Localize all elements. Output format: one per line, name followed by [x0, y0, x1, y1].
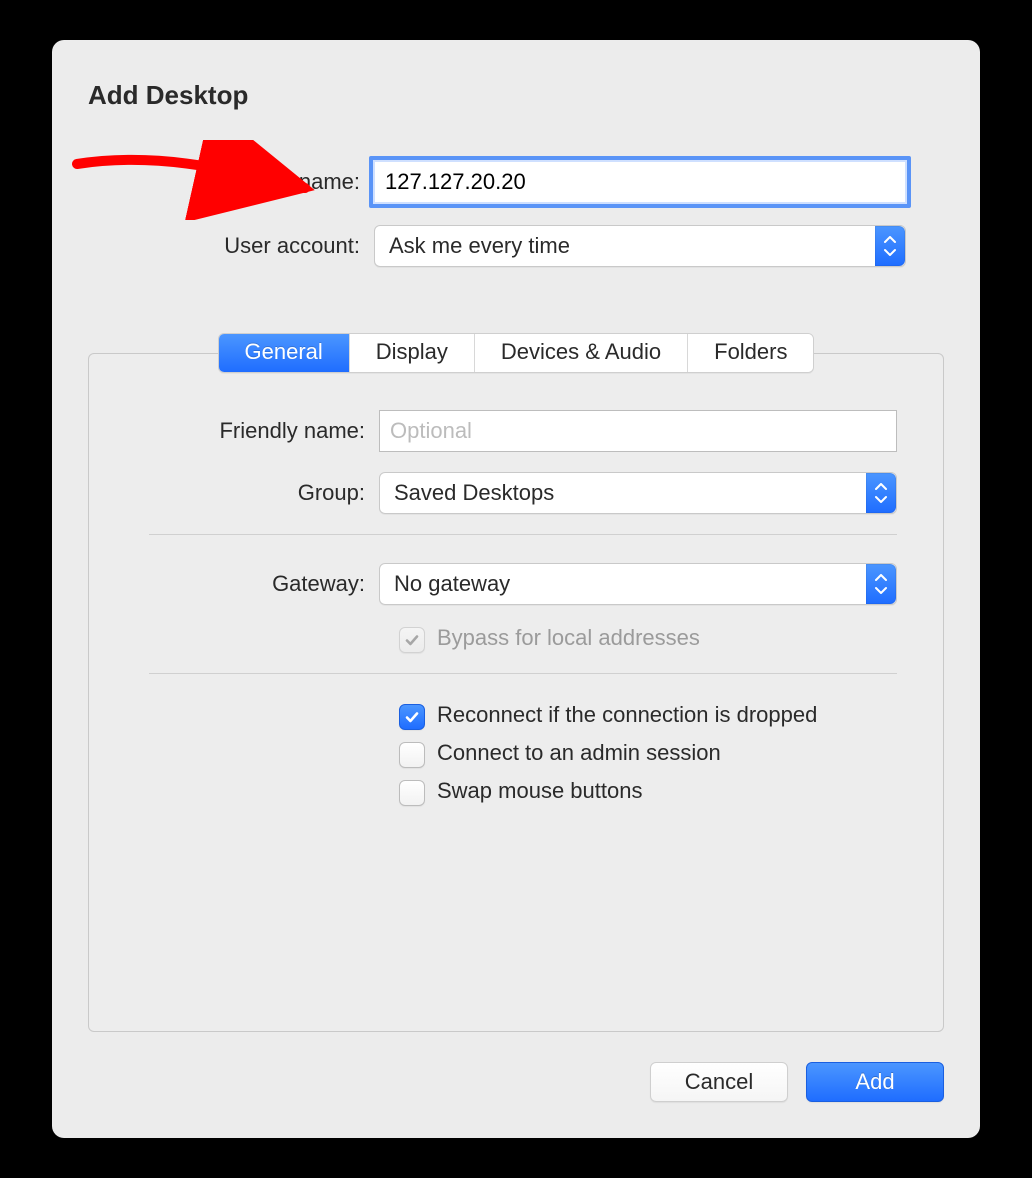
swap-mouse-checkbox[interactable] [399, 780, 425, 806]
tab-folders[interactable]: Folders [688, 334, 813, 372]
cancel-button[interactable]: Cancel [650, 1062, 788, 1102]
reconnect-checkbox[interactable] [399, 704, 425, 730]
bypass-label: Bypass for local addresses [437, 625, 700, 651]
group-value: Saved Desktops [394, 480, 554, 506]
updown-icon [866, 564, 896, 604]
general-panel: Friendly name: Group: Saved Desktops [88, 353, 944, 1032]
friendly-name-input[interactable] [379, 410, 897, 452]
admin-session-label: Connect to an admin session [437, 740, 721, 766]
user-account-label: User account: [118, 233, 374, 259]
tab-bar: General Display Devices & Audio Folders [218, 333, 815, 373]
pc-name-label: PC name: [118, 169, 374, 195]
group-label: Group: [109, 480, 379, 506]
pc-name-input[interactable] [374, 161, 906, 203]
group-select[interactable]: Saved Desktops [379, 472, 897, 514]
swap-mouse-label: Swap mouse buttons [437, 778, 642, 804]
updown-icon [875, 226, 905, 266]
gateway-value: No gateway [394, 571, 510, 597]
add-desktop-dialog: Add Desktop PC name: User account: Ask m… [52, 40, 980, 1138]
tab-display[interactable]: Display [350, 334, 475, 372]
user-account-value: Ask me every time [389, 233, 570, 259]
bypass-checkbox [399, 627, 425, 653]
gateway-select[interactable]: No gateway [379, 563, 897, 605]
updown-icon [866, 473, 896, 513]
user-account-select[interactable]: Ask me every time [374, 225, 906, 267]
divider [149, 534, 897, 535]
gateway-label: Gateway: [109, 571, 379, 597]
add-button[interactable]: Add [806, 1062, 944, 1102]
friendly-name-label: Friendly name: [109, 418, 379, 444]
tab-general[interactable]: General [219, 334, 350, 372]
admin-session-checkbox[interactable] [399, 742, 425, 768]
tab-devices-audio[interactable]: Devices & Audio [475, 334, 688, 372]
reconnect-label: Reconnect if the connection is dropped [437, 702, 817, 728]
divider [149, 673, 897, 674]
dialog-title: Add Desktop [88, 80, 944, 111]
